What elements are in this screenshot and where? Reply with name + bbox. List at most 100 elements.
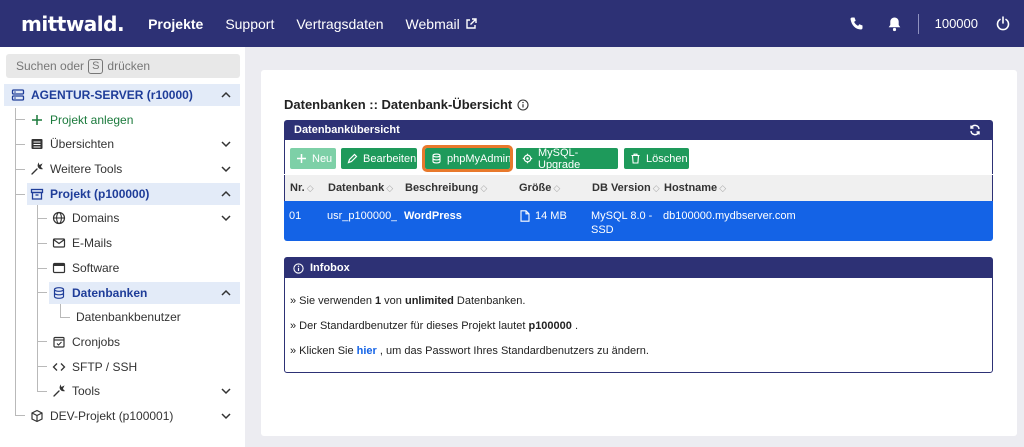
chevron-down-icon[interactable] bbox=[220, 385, 232, 397]
change-password-link[interactable]: hier bbox=[357, 345, 377, 357]
col-beschreibung[interactable]: Beschreibung ◇ bbox=[405, 182, 487, 194]
tree-line bbox=[15, 169, 25, 170]
page-title: Datenbanken :: Datenbank-Übersicht bbox=[284, 97, 529, 112]
sidebar-item-dev-projekt[interactable]: DEV-Projekt (p100001) bbox=[30, 405, 240, 427]
panel-header: Datenbankübersicht bbox=[284, 120, 993, 140]
cell-db-version: MySQL 8.0 - SSD bbox=[591, 209, 652, 237]
sidebar-item-datenbanken[interactable]: Datenbanken bbox=[49, 282, 240, 304]
sidebar-item-label: Datenbanken bbox=[72, 286, 148, 300]
tree-line bbox=[37, 391, 47, 392]
new-button[interactable]: Neu bbox=[290, 148, 336, 169]
phpmyadmin-button[interactable]: phpMyAdmin bbox=[422, 145, 513, 172]
list-icon bbox=[30, 137, 44, 151]
sidebar-item-tools[interactable]: Tools bbox=[52, 380, 240, 402]
col-hostname[interactable]: Hostname ◇ bbox=[664, 182, 726, 194]
nav-webmail[interactable]: Webmail bbox=[406, 16, 477, 32]
bell-icon[interactable] bbox=[886, 15, 904, 33]
cell-beschreibung: WordPress bbox=[404, 210, 462, 222]
chevron-down-icon[interactable] bbox=[220, 212, 232, 224]
database-icon bbox=[431, 153, 442, 164]
cell-groesse-value: 14 MB bbox=[535, 210, 567, 222]
cell-hostname: db100000.mydbserver.com bbox=[663, 210, 796, 222]
window-icon bbox=[52, 261, 66, 275]
col-label: Hostname bbox=[664, 182, 718, 194]
account-number[interactable]: 100000 bbox=[935, 16, 978, 31]
tree-line bbox=[37, 341, 47, 342]
nav-support[interactable]: Support bbox=[225, 16, 274, 32]
sidebar-item-label: Cronjobs bbox=[72, 335, 121, 349]
sidebar-item-e-mails[interactable]: E-Mails bbox=[52, 232, 240, 254]
plus-icon bbox=[30, 113, 44, 127]
table-row[interactable]: 01 usr_p100000_1 WordPress 14 MB MySQL 8… bbox=[284, 201, 993, 241]
tree-line bbox=[37, 292, 47, 293]
sidebar-item-software[interactable]: Software bbox=[52, 257, 240, 279]
mysql-upgrade-button[interactable]: MySQL-Upgrade bbox=[516, 146, 618, 171]
nav-projekte[interactable]: Projekte bbox=[148, 16, 203, 32]
col-db-version[interactable]: DB Version ◇ bbox=[592, 182, 660, 194]
sidebar-item-label: Tools bbox=[72, 384, 101, 398]
chevron-down-icon[interactable] bbox=[220, 410, 232, 422]
sidebar-item-sftp-ssh[interactable]: SFTP / SSH bbox=[52, 356, 240, 378]
topbar-divider bbox=[917, 13, 919, 34]
cell-db-version-line2: SSD bbox=[591, 224, 614, 236]
chevron-up-icon[interactable] bbox=[220, 287, 232, 299]
tree-line bbox=[15, 144, 25, 145]
phone-icon[interactable] bbox=[848, 15, 866, 33]
info-text: » Sie verwenden bbox=[290, 295, 375, 307]
sidebar-item-label: Projekt anlegen bbox=[50, 113, 134, 127]
mysql-upgrade-button-label: MySQL-Upgrade bbox=[538, 146, 581, 171]
trash-icon bbox=[630, 153, 641, 164]
sidebar-item-projekt-p100000[interactable]: Projekt (p100000) bbox=[27, 183, 240, 205]
sort-icon: ◇ bbox=[652, 183, 660, 193]
info-text: Datenbanken. bbox=[453, 295, 526, 307]
tree-line bbox=[37, 243, 47, 244]
search-input[interactable]: Suchen oder S drücken bbox=[6, 54, 240, 78]
power-icon[interactable] bbox=[994, 15, 1012, 33]
server-icon bbox=[11, 88, 25, 102]
col-label: Nr. bbox=[290, 182, 305, 194]
sidebar-item-uebersichten[interactable]: Übersichten bbox=[30, 133, 240, 155]
col-nr[interactable]: Nr. ◇ bbox=[290, 182, 314, 194]
sidebar-item-cronjobs[interactable]: Cronjobs bbox=[52, 331, 240, 353]
sidebar-item-datenbankbenutzer[interactable]: Datenbankbenutzer bbox=[76, 306, 240, 328]
sidebar-item-label: AGENTUR-SERVER (r10000) bbox=[31, 88, 193, 102]
sidebar-item-label: Domains bbox=[72, 211, 120, 225]
wrench-icon bbox=[30, 162, 44, 176]
info-text: , um das Passwort Ihres Standardbenutzer… bbox=[376, 345, 649, 357]
mittwald-logo[interactable]: mittwald. bbox=[21, 12, 125, 36]
cell-groesse: 14 MB bbox=[520, 209, 567, 223]
tree-line bbox=[60, 304, 61, 318]
nav-webmail-label: Webmail bbox=[405, 15, 460, 32]
info-line-password: » Klicken Sie hier , um das Passwort Ihr… bbox=[290, 345, 649, 357]
info-icon[interactable] bbox=[517, 98, 529, 111]
col-groesse[interactable]: Größe ◇ bbox=[519, 182, 560, 194]
chevron-up-icon[interactable] bbox=[220, 188, 232, 200]
col-label: Beschreibung bbox=[405, 182, 479, 194]
sidebar-item-domains[interactable]: Domains bbox=[52, 207, 240, 229]
delete-button[interactable]: Löschen bbox=[624, 148, 689, 169]
chevron-up-icon[interactable] bbox=[220, 89, 232, 101]
sidebar-item-projekt-anlegen[interactable]: Projekt anlegen bbox=[30, 109, 240, 131]
info-line-usage: » Sie verwenden 1 von unlimited Datenban… bbox=[290, 295, 525, 307]
refresh-icon[interactable] bbox=[969, 124, 981, 136]
sidebar-item-weitere-tools[interactable]: Weitere Tools bbox=[30, 158, 240, 180]
sort-icon: ◇ bbox=[386, 183, 394, 193]
sort-icon: ◇ bbox=[306, 183, 314, 193]
col-datenbank[interactable]: Datenbank ◇ bbox=[328, 182, 393, 194]
sort-icon: ◇ bbox=[553, 183, 561, 193]
code-icon bbox=[52, 360, 66, 374]
sort-icon: ◇ bbox=[719, 183, 727, 193]
sidebar-item-label: Software bbox=[72, 261, 120, 275]
info-username: p100000 bbox=[528, 320, 572, 332]
chevron-down-icon[interactable] bbox=[220, 138, 232, 150]
sidebar-item-agentur-server[interactable]: AGENTUR-SERVER (r10000) bbox=[4, 84, 240, 106]
cell-nr: 01 bbox=[289, 210, 302, 222]
chevron-down-icon[interactable] bbox=[220, 163, 232, 175]
infobox: Infobox » Sie verwenden 1 von unlimited … bbox=[284, 257, 993, 373]
shortcut-key: S bbox=[88, 58, 104, 74]
nav-vertragsdaten[interactable]: Vertragsdaten bbox=[296, 16, 383, 32]
tree-line bbox=[60, 317, 70, 318]
edit-button[interactable]: Bearbeiten bbox=[341, 148, 417, 169]
info-line-default-user: » Der Standardbenutzer für dieses Projek… bbox=[290, 320, 578, 332]
infobox-header: Infobox bbox=[285, 258, 992, 278]
